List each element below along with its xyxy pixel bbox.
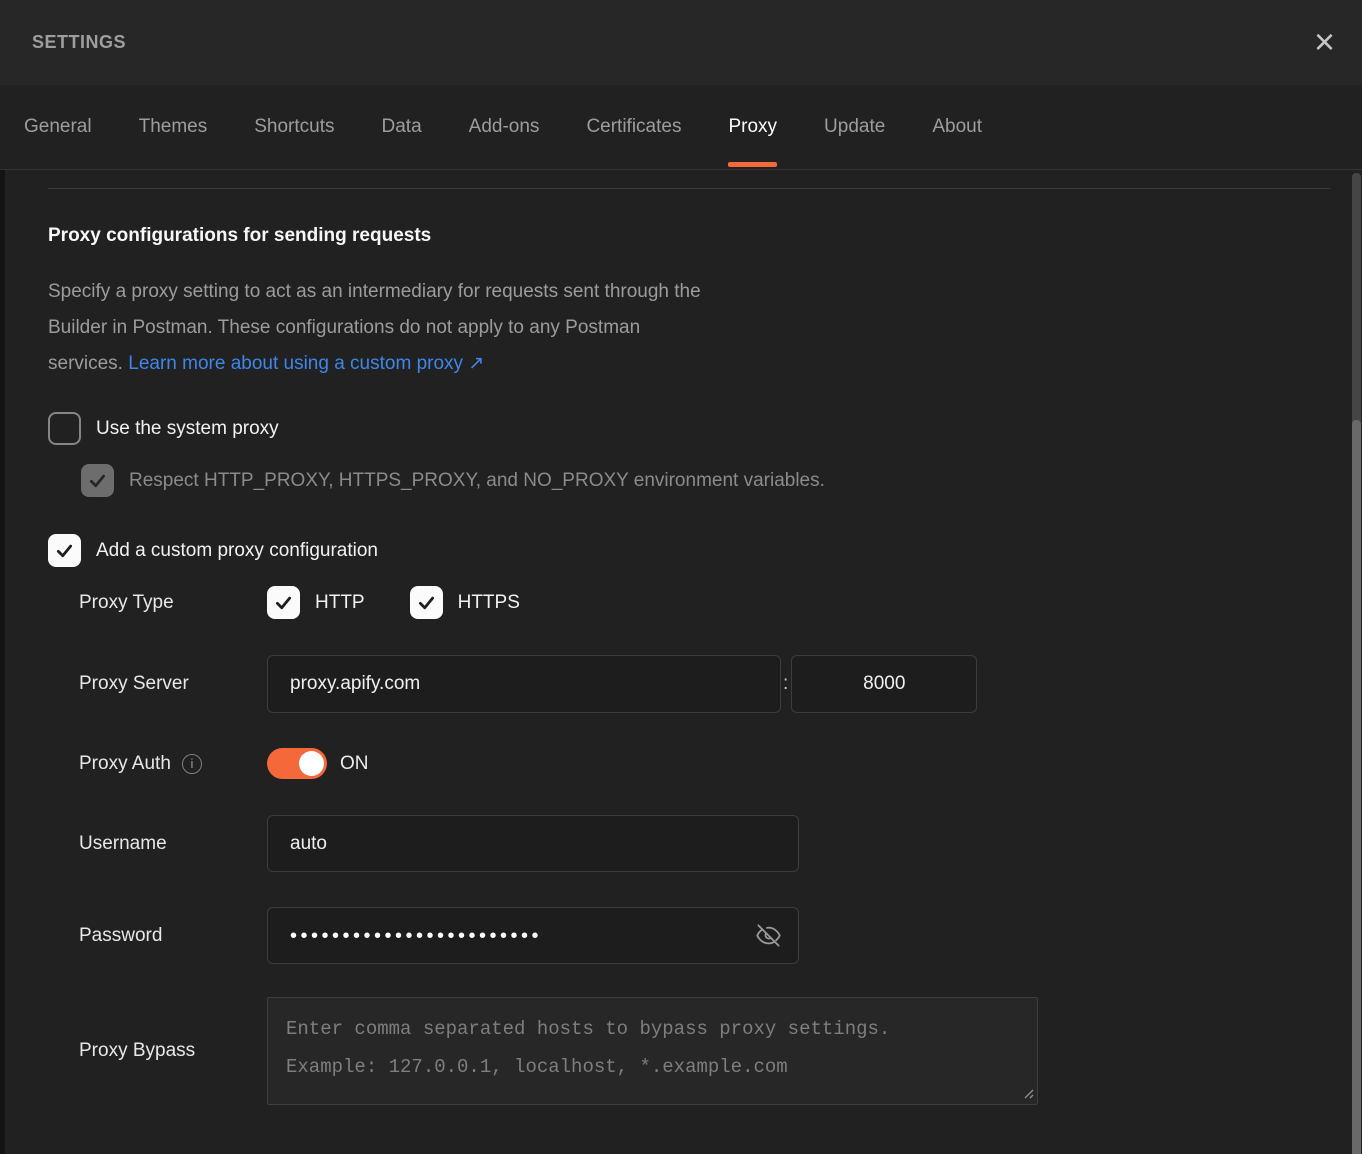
tab-data[interactable]: Data [382, 85, 422, 169]
eye-off-icon[interactable] [753, 920, 784, 951]
tab-about[interactable]: About [932, 85, 982, 169]
respect-env-vars-label: Respect HTTP_PROXY, HTTPS_PROXY, and NO_… [129, 470, 825, 492]
checkmark-icon [416, 592, 437, 613]
add-custom-proxy-label: Add a custom proxy configuration [96, 540, 378, 562]
add-custom-proxy-row: Add a custom proxy configuration [48, 534, 1362, 567]
username-label: Username [48, 833, 267, 855]
use-system-proxy-label: Use the system proxy [96, 418, 279, 440]
proxy-type-options: HTTP HTTPS [267, 586, 520, 619]
tab-update[interactable]: Update [824, 85, 885, 169]
password-input[interactable]: •••••••••••••••••••••••• [267, 907, 799, 964]
description-line-3: services. [48, 353, 128, 374]
proxy-server-label: Proxy Server [48, 673, 267, 695]
proxy-settings-panel: Proxy configurations for sending request… [0, 188, 1362, 1105]
scrollbar-thumb[interactable] [1352, 420, 1361, 1154]
proxy-bypass-row: Proxy Bypass [48, 997, 1362, 1105]
section-description: Specify a proxy setting to act as an int… [48, 274, 1362, 382]
toggle-knob [299, 751, 324, 776]
http-checkbox[interactable] [267, 586, 300, 619]
https-checkbox[interactable] [410, 586, 443, 619]
password-row: Password •••••••••••••••••••••••• [48, 907, 1362, 964]
proxy-auth-label-text: Proxy Auth [79, 753, 171, 775]
settings-header: SETTINGS × [0, 0, 1362, 85]
respect-env-vars-checkbox [81, 464, 114, 497]
password-masked-value: •••••••••••••••••••••••• [290, 926, 542, 946]
add-custom-proxy-checkbox[interactable] [48, 534, 81, 567]
proxy-port-input[interactable] [791, 655, 977, 713]
checkmark-icon [273, 592, 294, 613]
http-label: HTTP [315, 592, 365, 614]
scrollbar-track[interactable] [1352, 173, 1361, 1154]
dialog-title: SETTINGS [32, 32, 126, 53]
use-system-proxy-row: Use the system proxy [48, 412, 1362, 445]
username-input[interactable] [267, 815, 799, 872]
settings-tabbar: General Themes Shortcuts Data Add-ons Ce… [0, 85, 1362, 170]
host-port-separator: : [783, 673, 788, 695]
description-line-2: Builder in Postman. These configurations… [48, 317, 640, 338]
description-line-1: Specify a proxy setting to act as an int… [48, 281, 701, 302]
tab-general[interactable]: General [24, 85, 92, 169]
proxy-type-label: Proxy Type [48, 592, 267, 614]
use-system-proxy-checkbox[interactable] [48, 412, 81, 445]
checkmark-icon [87, 470, 108, 491]
https-label: HTTPS [458, 592, 520, 614]
proxy-bypass-textarea[interactable] [267, 997, 1038, 1105]
tab-certificates[interactable]: Certificates [586, 85, 681, 169]
respect-env-vars-row: Respect HTTP_PROXY, HTTPS_PROXY, and NO_… [81, 464, 1362, 497]
tab-add-ons[interactable]: Add-ons [469, 85, 540, 169]
tab-shortcuts[interactable]: Shortcuts [254, 85, 334, 169]
close-icon[interactable]: × [1312, 28, 1337, 57]
tab-proxy[interactable]: Proxy [728, 85, 777, 169]
username-row: Username [48, 815, 1362, 872]
window-left-edge [0, 170, 5, 1154]
password-label: Password [48, 925, 267, 947]
tab-themes[interactable]: Themes [139, 85, 208, 169]
section-divider [48, 188, 1330, 189]
section-heading: Proxy configurations for sending request… [48, 225, 1362, 247]
proxy-auth-label: Proxy Auth i [48, 753, 267, 775]
proxy-auth-row: Proxy Auth i ON [48, 748, 1362, 779]
proxy-auth-state: ON [340, 753, 369, 775]
proxy-host-input[interactable] [267, 655, 781, 713]
proxy-bypass-wrap [267, 997, 1038, 1105]
proxy-type-row: Proxy Type HTTP HTTPS [48, 586, 1362, 619]
proxy-bypass-label: Proxy Bypass [48, 1040, 267, 1062]
proxy-server-row: Proxy Server : [48, 655, 1362, 713]
learn-more-link[interactable]: Learn more about using a custom proxy ↗ [128, 353, 484, 374]
checkmark-icon [54, 540, 75, 561]
proxy-auth-toggle[interactable] [267, 748, 327, 779]
info-icon[interactable]: i [182, 754, 202, 774]
